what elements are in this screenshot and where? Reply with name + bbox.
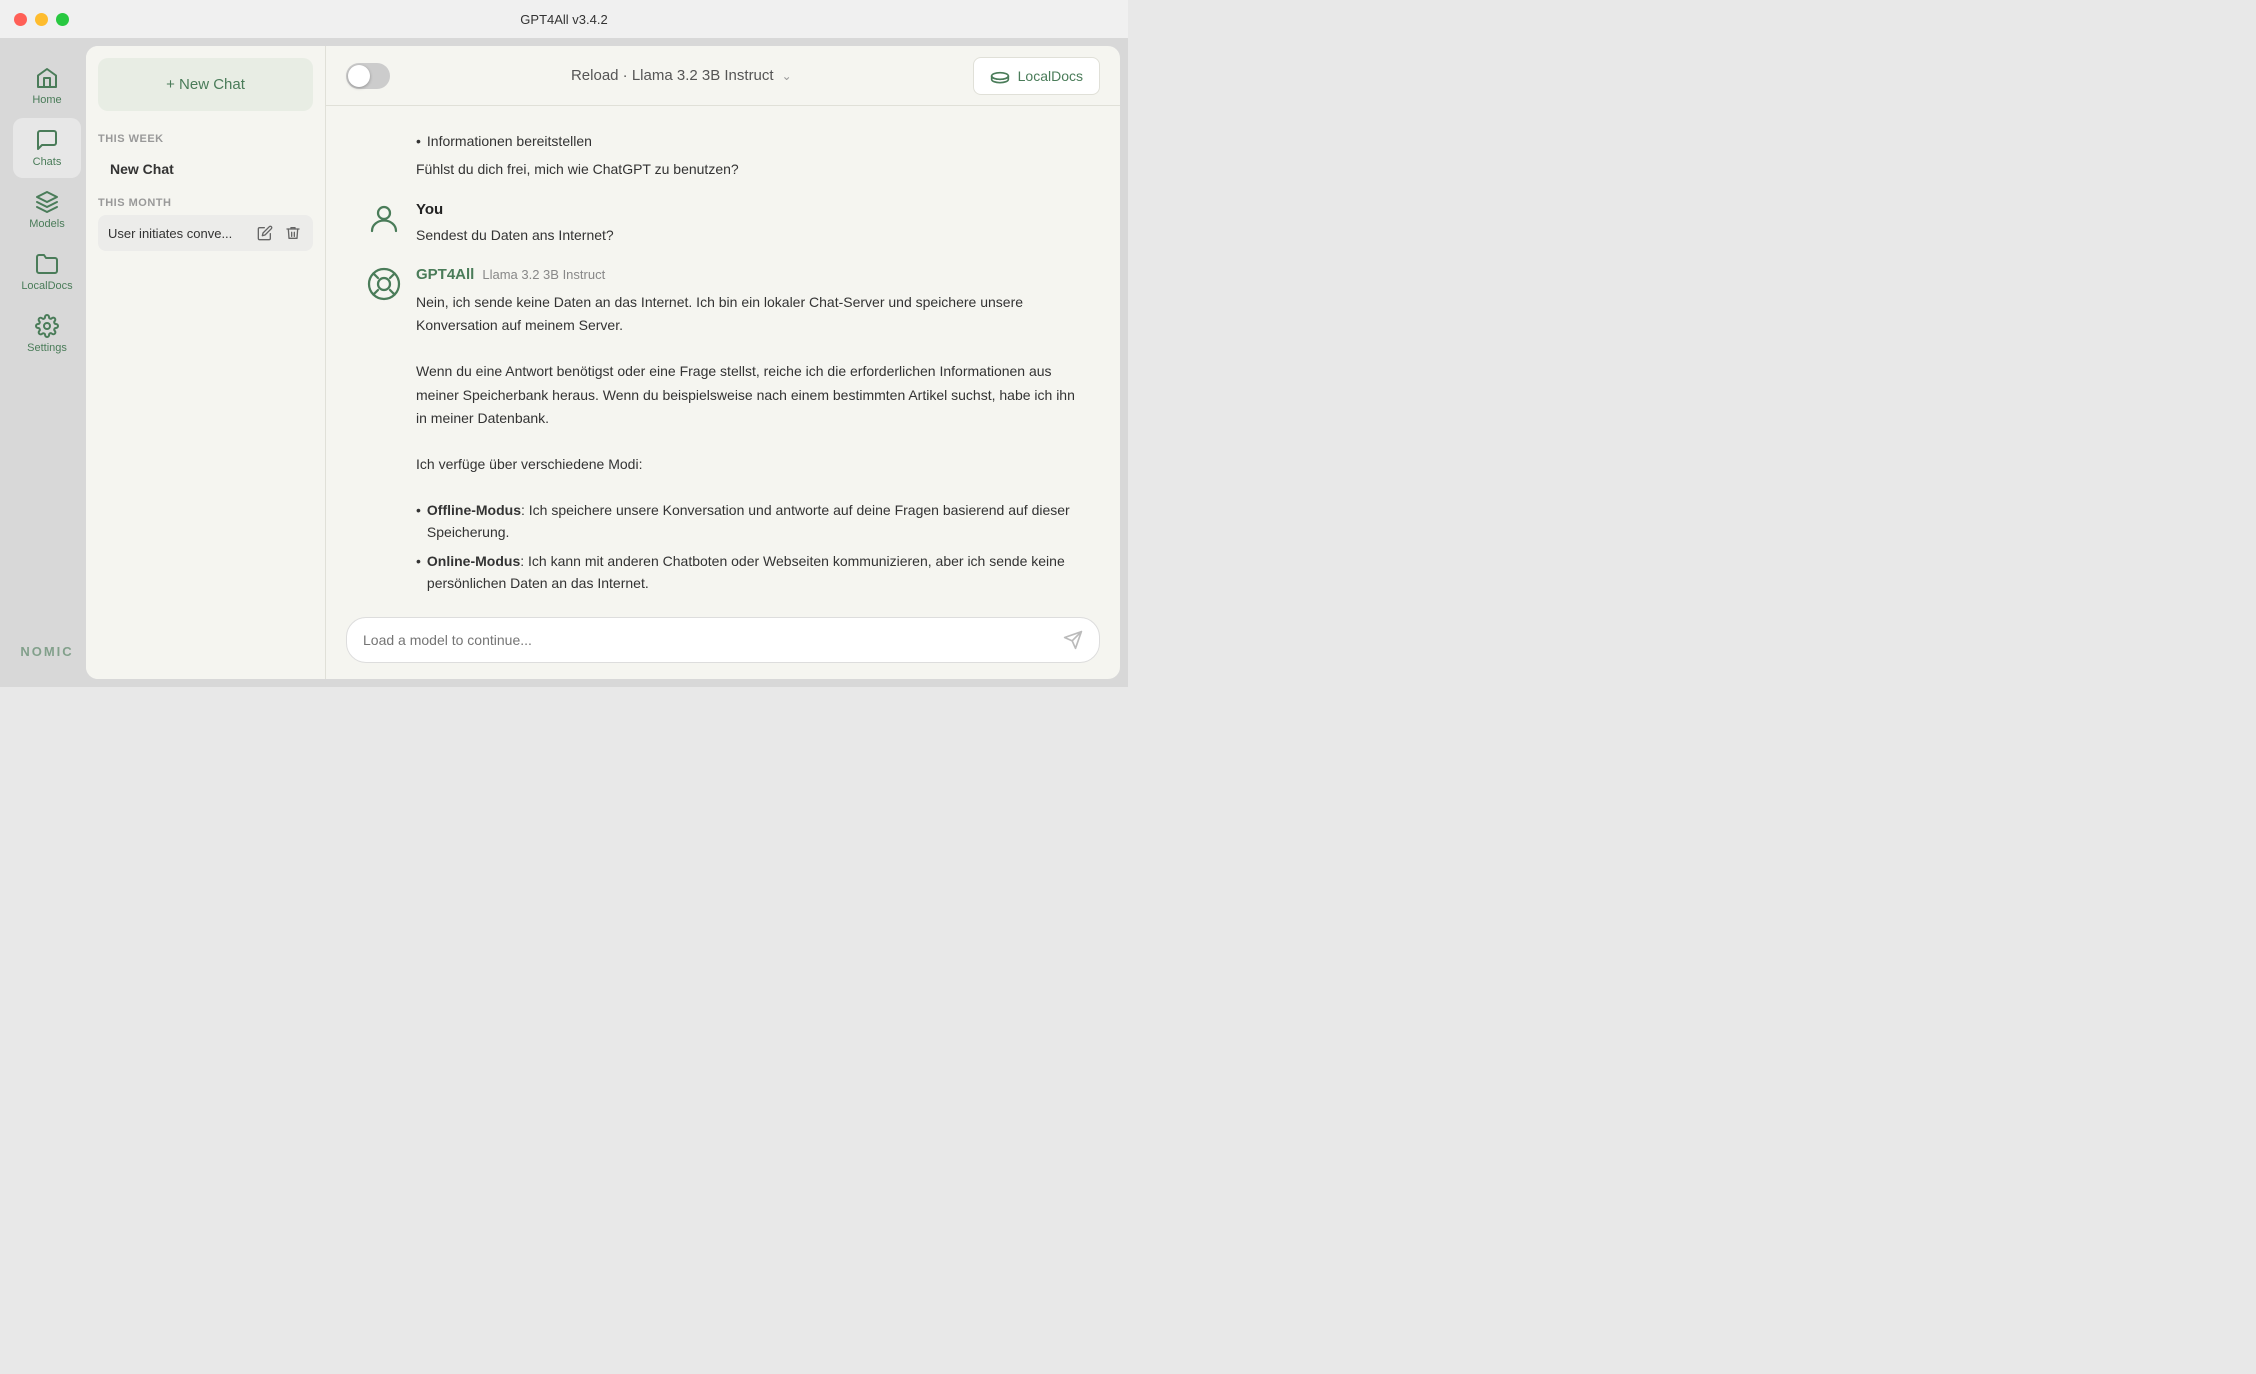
sidebar-item-settings[interactable]: Settings: [13, 304, 81, 364]
bullet-offline: • Offline-Modus: Ich speichere unsere Ko…: [416, 499, 1080, 544]
model-label: Reload · Llama 3.2 3B Instruct: [571, 67, 774, 84]
input-box: [346, 617, 1100, 663]
app-container: Home Chats Models: [0, 38, 1128, 687]
sidebar-item-home[interactable]: Home: [13, 56, 81, 116]
send-icon: [1063, 630, 1083, 650]
sidebar-item-chats-label: Chats: [33, 156, 62, 168]
this-week-label: THIS WEEK: [98, 133, 313, 145]
online-text: : Ich kann mit anderen Chatboten oder We…: [427, 553, 1065, 591]
chevron-down-icon: ⌄: [782, 69, 792, 83]
localdocs-header-icon: [990, 66, 1010, 86]
window-title: GPT4All v3.4.2: [520, 12, 607, 27]
message-block-intro: • Informationen bereitstellen Fühlst du …: [366, 130, 1080, 181]
offline-text: : Ich speichere unsere Konversation und …: [427, 502, 1070, 540]
main-window: + New Chat THIS WEEK New Chat THIS MONTH…: [86, 46, 1120, 679]
home-icon: [35, 66, 59, 90]
message-block-user: You Sendest du Daten ans Internet?: [366, 201, 1080, 246]
message-text-intro: • Informationen bereitstellen Fühlst du …: [416, 130, 1080, 181]
minimize-button[interactable]: [35, 13, 48, 26]
models-icon: [35, 190, 59, 214]
message-content-intro: • Informationen bereitstellen Fühlst du …: [416, 130, 1080, 181]
chat-item-text: User initiates conve...: [108, 226, 255, 241]
trash-icon: [285, 225, 301, 241]
sidebar-item-models[interactable]: Models: [13, 180, 81, 240]
gpt-name: GPT4All: [416, 266, 474, 283]
message-content-user: You Sendest du Daten ans Internet?: [416, 201, 1080, 246]
offline-term: Offline-Modus: [427, 502, 521, 518]
assistant-avatar: [366, 266, 402, 302]
localdocs-button[interactable]: LocalDocs: [973, 57, 1100, 95]
settings-icon: [35, 314, 59, 338]
sidebar-item-home-label: Home: [32, 94, 61, 106]
gpt-header: GPT4All Llama 3.2 3B Instruct: [416, 266, 1080, 283]
sidebar: Home Chats Models: [8, 46, 86, 679]
online-term: Online-Modus: [427, 553, 520, 569]
assistant-message-text: Nein, ich sende keine Daten an das Inter…: [416, 291, 1080, 605]
close-button[interactable]: [14, 13, 27, 26]
bullet-text-info: Informationen bereitstellen: [427, 130, 592, 152]
new-chat-button[interactable]: + New Chat: [98, 58, 313, 111]
this-month-label: THIS MONTH: [98, 197, 313, 209]
user-avatar: [366, 201, 402, 237]
user-sender-label: You: [416, 201, 1080, 218]
sidebar-item-chats[interactable]: Chats: [13, 118, 81, 178]
localdocs-icon: [35, 252, 59, 276]
edit-icon: [257, 225, 273, 241]
bullet-online: • Online-Modus: Ich kann mit anderen Cha…: [416, 550, 1080, 595]
traffic-lights: [14, 13, 69, 26]
title-bar: GPT4All v3.4.2: [0, 0, 1128, 38]
chat-area: Reload · Llama 3.2 3B Instruct ⌄ LocalDo…: [326, 46, 1120, 679]
chat-header: Reload · Llama 3.2 3B Instruct ⌄ LocalDo…: [326, 46, 1120, 106]
delete-chat-button[interactable]: [283, 223, 303, 243]
localdocs-label: LocalDocs: [1018, 68, 1083, 84]
sidebar-item-localdocs[interactable]: LocalDocs: [13, 242, 81, 302]
input-area: [326, 605, 1120, 679]
chat-item-new-chat[interactable]: New Chat: [98, 151, 313, 187]
chat-input[interactable]: [363, 632, 1053, 648]
edit-chat-button[interactable]: [255, 223, 275, 243]
chat-item-actions: [255, 223, 303, 243]
assistant-avatar-intro: [366, 130, 402, 166]
gpt-model: Llama 3.2 3B Instruct: [482, 267, 605, 282]
chats-icon: [35, 128, 59, 152]
message-block-assistant: GPT4All Llama 3.2 3B Instruct Nein, ich …: [366, 266, 1080, 605]
chat-item-user-initiates[interactable]: User initiates conve...: [98, 215, 313, 251]
chat-sidebar: + New Chat THIS WEEK New Chat THIS MONTH…: [86, 46, 326, 679]
sidebar-item-localdocs-label: LocalDocs: [21, 280, 72, 292]
messages-area: • Informationen bereitstellen Fühlst du …: [326, 106, 1120, 605]
intro-closing: Fühlst du dich frei, mich wie ChatGPT zu…: [416, 158, 1080, 180]
message-content-assistant: GPT4All Llama 3.2 3B Instruct Nein, ich …: [416, 266, 1080, 605]
toggle-switch[interactable]: [346, 63, 390, 89]
maximize-button[interactable]: [56, 13, 69, 26]
user-message-text: Sendest du Daten ans Internet?: [416, 224, 1080, 246]
send-button[interactable]: [1063, 630, 1083, 650]
sidebar-item-models-label: Models: [29, 218, 64, 230]
nomic-logo: NOMIC: [20, 644, 73, 659]
assistant-para-1: Nein, ich sende keine Daten an das Inter…: [416, 291, 1080, 337]
assistant-para-3: Ich verfüge über verschiedene Modi:: [416, 453, 1080, 476]
sidebar-item-settings-label: Settings: [27, 342, 67, 354]
bullet-item-info: • Informationen bereitstellen: [416, 130, 1080, 152]
model-selector[interactable]: Reload · Llama 3.2 3B Instruct ⌄: [406, 67, 957, 84]
toggle-knob: [348, 65, 370, 87]
assistant-para-2: Wenn du eine Antwort benötigst oder eine…: [416, 360, 1080, 429]
